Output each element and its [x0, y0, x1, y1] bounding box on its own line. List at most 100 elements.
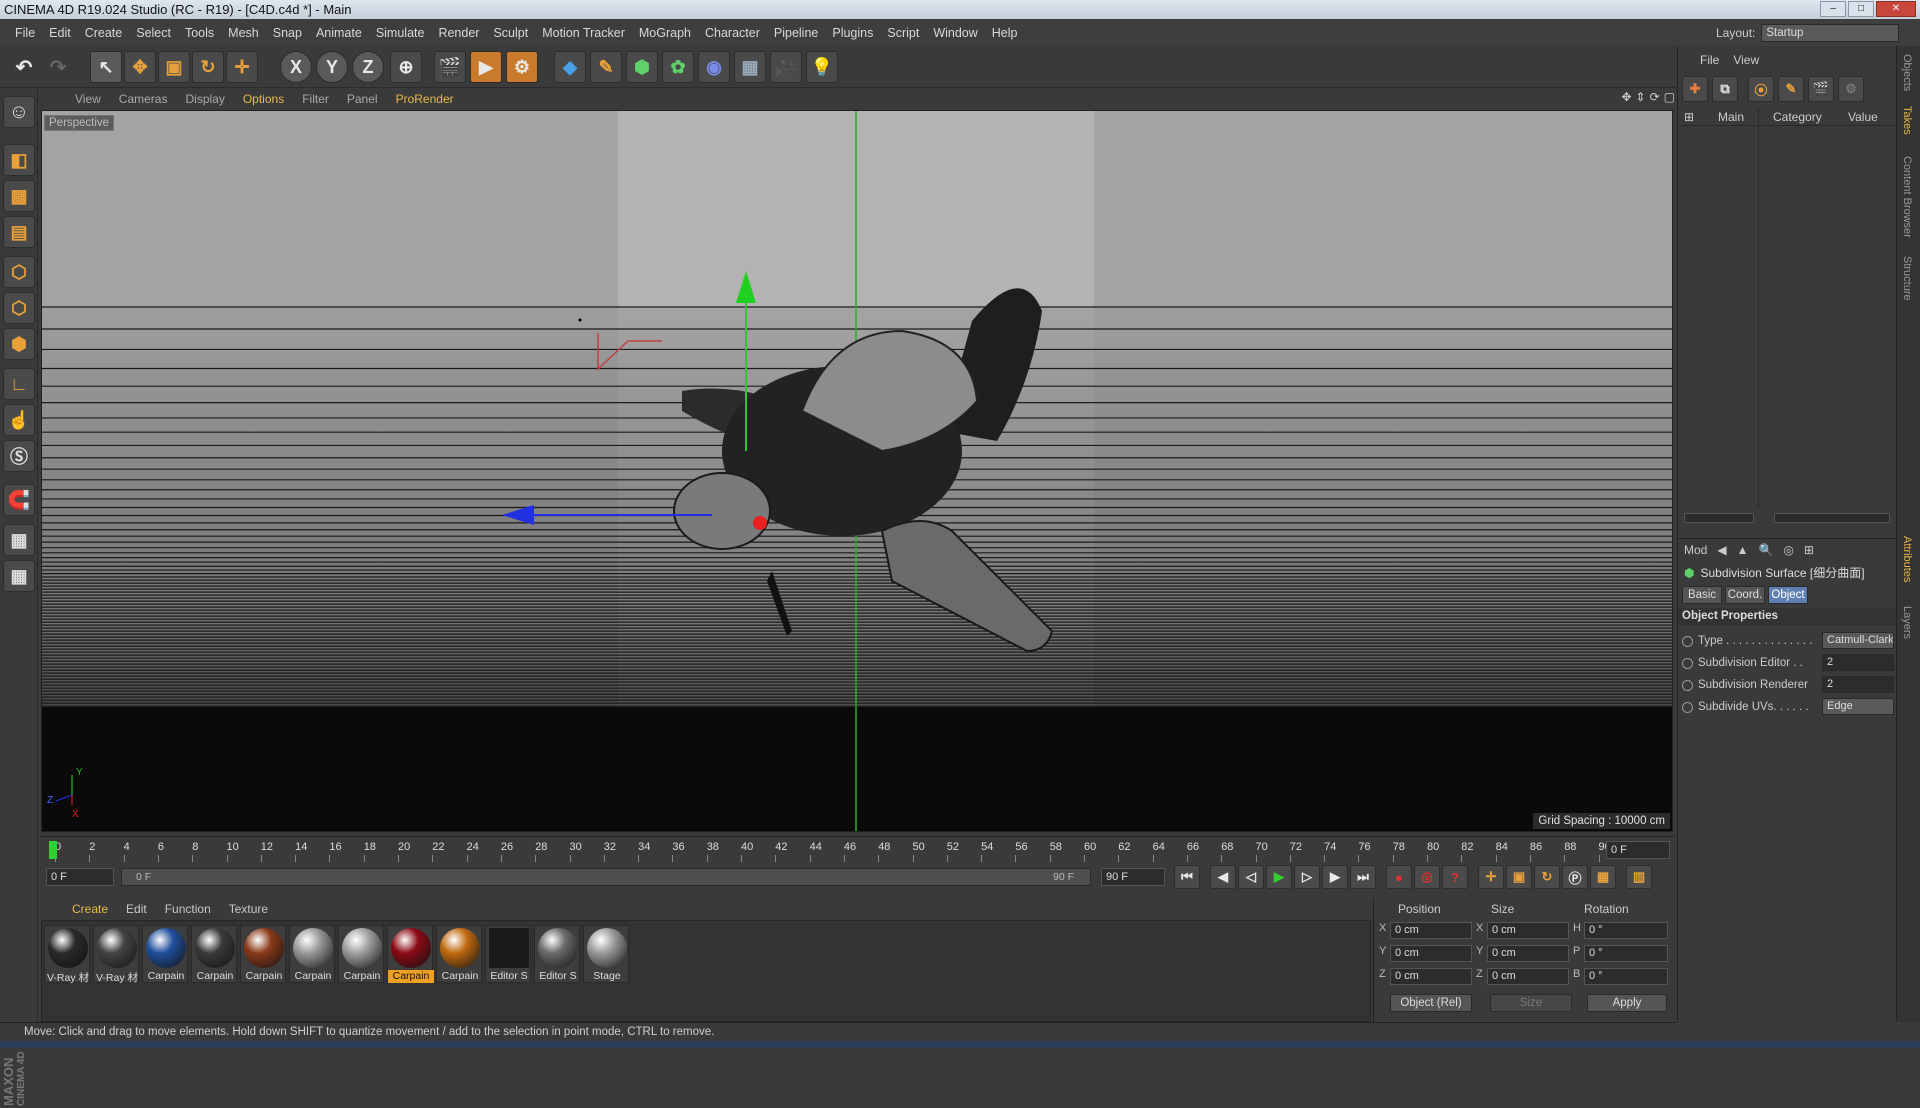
- size-field[interactable]: 0 cm: [1487, 968, 1569, 985]
- menu-item[interactable]: Script: [880, 26, 926, 40]
- points-mode-icon[interactable]: ⬡: [3, 256, 35, 288]
- attribute-value[interactable]: Edge: [1822, 698, 1894, 715]
- main-column[interactable]: Main: [1718, 110, 1744, 124]
- position-field[interactable]: 0 cm: [1390, 945, 1472, 962]
- preview-range-slider[interactable]: 0 F 90 F: [121, 868, 1091, 886]
- animate-toggle-icon[interactable]: [1682, 658, 1693, 669]
- attribute-tab[interactable]: Basic: [1682, 586, 1722, 604]
- side-tab[interactable]: Objects: [1901, 54, 1913, 91]
- edges-mode-icon[interactable]: ⬡: [3, 292, 35, 324]
- cloner-icon[interactable]: ✿: [662, 51, 694, 83]
- lock-icon[interactable]: ◎: [1783, 543, 1793, 557]
- mode-menu[interactable]: Mod: [1684, 543, 1707, 557]
- next-frame-icon[interactable]: ▷: [1294, 865, 1320, 889]
- material-swatch[interactable]: Carpain: [387, 925, 434, 983]
- take-clone-icon[interactable]: ⧉: [1712, 76, 1738, 102]
- take-add-icon[interactable]: ✚: [1682, 76, 1708, 102]
- material-menu-item[interactable]: Texture: [220, 902, 277, 916]
- y-axis-lock-button[interactable]: Y: [316, 51, 348, 83]
- menu-item[interactable]: Plugins: [825, 26, 880, 40]
- rotate-icon[interactable]: ↻: [192, 51, 224, 83]
- workplane-mode-icon[interactable]: ▤: [3, 216, 35, 248]
- menu-item[interactable]: File: [8, 26, 42, 40]
- back-icon[interactable]: ◀: [1717, 543, 1726, 557]
- tweak-mode-icon[interactable]: ☝: [3, 404, 35, 436]
- menu-item[interactable]: MoGraph: [632, 26, 698, 40]
- material-swatch[interactable]: Editor S: [485, 925, 531, 983]
- material-swatch[interactable]: Carpain: [289, 925, 335, 983]
- take-disabled-icon[interactable]: ⚙: [1838, 76, 1864, 102]
- render-settings-icon[interactable]: ⚙: [506, 51, 538, 83]
- render-picture-viewer-icon[interactable]: ▶: [470, 51, 502, 83]
- material-swatch[interactable]: V-Ray 材: [44, 925, 90, 983]
- close-button[interactable]: ✕: [1876, 1, 1916, 17]
- material-swatch[interactable]: Carpain: [191, 925, 237, 983]
- go-to-end-icon[interactable]: ⏭: [1350, 865, 1376, 889]
- render-view-icon[interactable]: 🎬: [434, 51, 466, 83]
- previous-frame-icon[interactable]: ◁: [1238, 865, 1264, 889]
- dolly-icon[interactable]: ⇕: [1636, 90, 1646, 104]
- start-frame-field[interactable]: 0 F: [46, 868, 114, 886]
- light-icon[interactable]: 💡: [806, 51, 838, 83]
- end-frame-field[interactable]: 90 F: [1101, 868, 1165, 886]
- minimize-button[interactable]: –: [1820, 1, 1846, 17]
- subdivision-surface-icon[interactable]: ⬢: [626, 51, 658, 83]
- undo-icon[interactable]: ↶: [8, 51, 40, 83]
- planar-workplane-icon[interactable]: ▦: [3, 560, 35, 592]
- move-icon[interactable]: ✥: [124, 51, 156, 83]
- side-tab[interactable]: Attributes: [1901, 536, 1913, 582]
- menu-item[interactable]: Window: [926, 26, 984, 40]
- keyframe-selection-icon[interactable]: ?: [1442, 865, 1468, 889]
- size-field[interactable]: 0 cm: [1487, 945, 1569, 962]
- attribute-value[interactable]: Catmull-Clark: [1822, 632, 1894, 649]
- size-field[interactable]: 0 cm: [1487, 922, 1569, 939]
- play-icon[interactable]: ▶: [1266, 865, 1292, 889]
- menu-item[interactable]: Animate: [309, 26, 369, 40]
- pan-icon[interactable]: ✥: [1621, 90, 1631, 104]
- record-keys-icon[interactable]: ●: [1386, 865, 1412, 889]
- floor-icon[interactable]: ▦: [734, 51, 766, 83]
- animate-toggle-icon[interactable]: [1682, 702, 1693, 713]
- material-swatch[interactable]: V-Ray 材: [93, 925, 139, 983]
- value-column[interactable]: Value: [1848, 110, 1878, 124]
- rotation-field[interactable]: 0 °: [1584, 945, 1668, 962]
- attribute-value[interactable]: 2: [1822, 676, 1894, 693]
- menu-item[interactable]: Character: [698, 26, 767, 40]
- material-swatch[interactable]: Editor S: [534, 925, 580, 983]
- maximize-viewport-icon[interactable]: ▢: [1664, 90, 1675, 104]
- menu-item[interactable]: Render: [431, 26, 486, 40]
- attribute-tab[interactable]: Coord.: [1725, 586, 1765, 604]
- key-scale-icon[interactable]: ▣: [1506, 865, 1532, 889]
- material-swatch[interactable]: Carpain: [338, 925, 384, 983]
- polygons-mode-icon[interactable]: ⬢: [3, 328, 35, 360]
- menu-item[interactable]: Motion Tracker: [535, 26, 632, 40]
- menu-item[interactable]: Sculpt: [486, 26, 535, 40]
- z-axis-lock-button[interactable]: Z: [352, 51, 384, 83]
- axis-mode-icon[interactable]: ∟: [3, 368, 35, 400]
- material-swatch[interactable]: Stage: [583, 925, 629, 983]
- layout-dropdown[interactable]: Startup: [1761, 23, 1900, 42]
- coordinate-mode-dropdown[interactable]: Object (Rel): [1390, 994, 1472, 1012]
- size-mode-dropdown[interactable]: Size: [1490, 994, 1572, 1012]
- scale-icon[interactable]: ▣: [158, 51, 190, 83]
- transform-icon[interactable]: ✛: [226, 51, 258, 83]
- menu-item[interactable]: Help: [985, 26, 1025, 40]
- menu-item[interactable]: Create: [78, 26, 130, 40]
- menu-item[interactable]: Simulate: [369, 26, 432, 40]
- up-icon[interactable]: ▲: [1737, 543, 1749, 557]
- viewport-menu-item[interactable]: Display: [176, 92, 233, 106]
- material-menu-item[interactable]: Function: [156, 902, 220, 916]
- timeline-window-icon[interactable]: ▥: [1626, 865, 1652, 889]
- side-tab[interactable]: Layers: [1901, 606, 1913, 639]
- playhead[interactable]: [49, 841, 57, 859]
- key-rotation-icon[interactable]: ↻: [1534, 865, 1560, 889]
- previous-key-icon[interactable]: ◀: [1210, 865, 1236, 889]
- key-point-level-icon[interactable]: ▦: [1590, 865, 1616, 889]
- object-menu-item[interactable]: File: [1700, 53, 1719, 67]
- make-editable-icon[interactable]: ☺: [3, 96, 35, 128]
- horizontal-scrollbar-left[interactable]: [1684, 513, 1754, 523]
- position-field[interactable]: 0 cm: [1390, 968, 1472, 985]
- snapping-icon[interactable]: 🧲: [3, 484, 35, 516]
- solo-mode-icon[interactable]: Ⓢ: [3, 440, 35, 472]
- attribute-value[interactable]: 2: [1822, 654, 1894, 671]
